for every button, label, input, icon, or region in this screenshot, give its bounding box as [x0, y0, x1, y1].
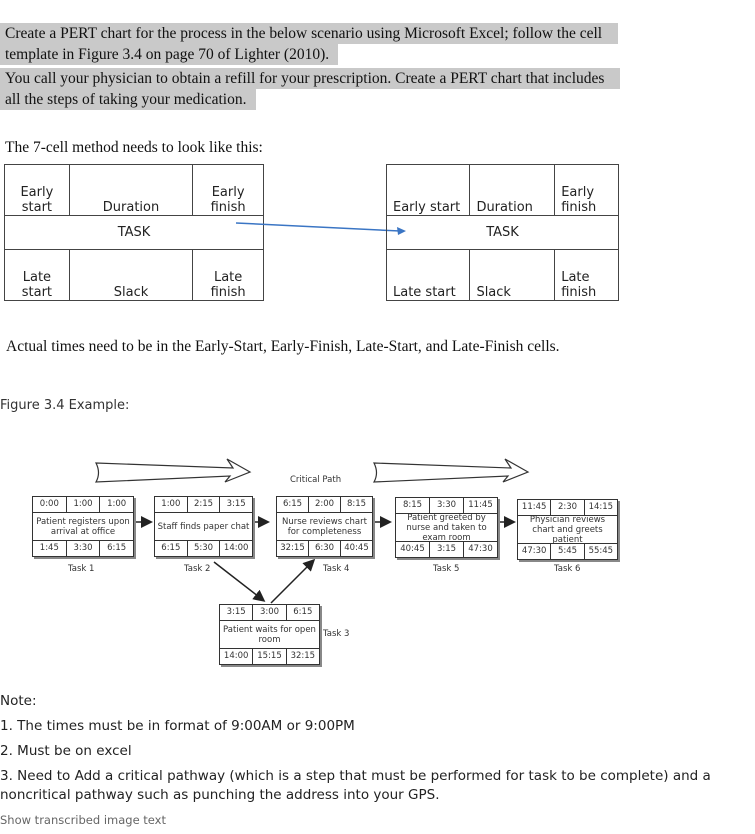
cell-late-start: Late start	[385, 249, 471, 301]
task-description: Physician reviews chart and greets patie…	[529, 514, 606, 545]
task-node: 6:15 2:00 8:15 Nurse reviews chart for com…	[276, 496, 373, 557]
duration: 1:00	[67, 497, 101, 512]
note-item: 3. Need to Add a critical pathway (which…	[0, 768, 711, 784]
notes-title: Note:	[0, 693, 37, 709]
early-finish: 3:15	[226, 499, 246, 509]
intro-paragraph-2: You call your physician to obtain a refi…	[0, 68, 620, 110]
figure-caption: Figure 3.4 Example:	[0, 398, 130, 413]
slack: 15:15	[253, 649, 287, 664]
seven-cell-table-example: Early start Duration Early finish TASK L…	[385, 164, 619, 301]
late-finish: 32:15	[290, 651, 316, 661]
task-node: 0:00 1:00 1:00 Patient registers upon arri…	[32, 496, 134, 557]
slack: 3:30	[67, 541, 101, 556]
cell-task: TASK	[4, 215, 264, 250]
late-start: 6:15	[155, 541, 188, 556]
figure-pert-diagram: Critical Path 0:00 1:00 1:00 Patient regis…	[0, 440, 755, 680]
early-finish: 1:00	[107, 499, 127, 509]
actual-times-note: Actual times need to be in the Early-Sta…	[6, 338, 560, 355]
cell-early-start: Early start	[4, 164, 70, 216]
early-start: 3:15	[220, 605, 254, 620]
task-label: Task 6	[554, 564, 581, 574]
seven-cell-table-template: Early start Duration Early finish TASK L…	[4, 164, 264, 301]
intro-line-4: all the steps of taking your medication.	[0, 89, 256, 110]
task-description: Patient greeted by nurse and taken to ex…	[406, 512, 487, 543]
early-start: 1:00	[155, 497, 188, 512]
slack: 5:45	[551, 544, 585, 559]
early-start: 6:15	[277, 497, 309, 512]
intro-line-2: template in Figure 3.4 on page 70 of Lig…	[0, 44, 338, 65]
task-node: 1:00 2:15 3:15 Staff finds paper chat 6:15…	[154, 496, 253, 557]
late-finish: 55:45	[588, 546, 614, 556]
cell-task: TASK	[386, 215, 619, 250]
figure-arrows	[94, 458, 530, 604]
arrow-task3-task4	[270, 558, 316, 604]
task-label: Task 3	[323, 629, 350, 639]
cell-late-finish: Late finish	[554, 249, 619, 301]
note-item-continued: noncritical pathway such as punching the…	[0, 787, 440, 803]
early-finish: 11:45	[468, 500, 493, 510]
late-finish: 6:15	[107, 543, 127, 553]
early-finish: 14:15	[588, 502, 614, 512]
arrow-task2-task3	[213, 561, 266, 602]
duration: 3:30	[430, 498, 464, 513]
connector-arrow	[235, 222, 406, 235]
cell-slack: Slack	[469, 249, 556, 301]
duration: 2:00	[309, 497, 341, 512]
task-description: Nurse reviews chart for completeness	[282, 516, 367, 537]
cell-late-start: Late start	[4, 249, 70, 301]
task-node: 8:15 3:30 11:45 Patient greeted by nurse a…	[395, 497, 498, 558]
task-node: 3:15 3:00 6:15 Patient waits for open room…	[219, 604, 320, 665]
note-item: 1. The times must be in format of 9:00AM…	[0, 718, 355, 734]
duration: 2:30	[551, 500, 585, 515]
cell-slack: Slack	[68, 249, 194, 301]
task-node: 11:45 2:30 14:15 Physician reviews chart a…	[517, 499, 618, 560]
task-label: Task 2	[184, 564, 211, 574]
cell-late-finish: Late finish	[192, 249, 264, 301]
intro-paragraph-1: Create a PERT chart for the process in t…	[0, 23, 618, 65]
cell-early-finish: Early finish	[554, 164, 619, 216]
late-start: 47:30	[518, 544, 552, 559]
late-finish: 40:45	[344, 543, 369, 553]
task-description: Patient waits for open room	[223, 624, 316, 645]
task-label: Task 5	[433, 564, 460, 574]
task-label: Task 1	[68, 564, 95, 574]
slack: 3:15	[430, 542, 464, 557]
late-start: 32:15	[277, 541, 309, 556]
slack: 6:30	[309, 541, 341, 556]
early-start: 0:00	[33, 497, 67, 512]
late-finish: 47:30	[468, 544, 493, 554]
intro-line-1: Create a PERT chart for the process in t…	[0, 23, 618, 44]
late-start: 14:00	[220, 649, 254, 664]
duration: 3:00	[253, 605, 287, 620]
critical-path-label: Critical Path	[290, 475, 342, 485]
early-finish: 6:15	[293, 607, 313, 617]
slack: 5:30	[188, 541, 221, 556]
cell-early-start: Early start	[385, 164, 471, 216]
note-item: 2. Must be on excel	[0, 743, 132, 759]
early-finish: 8:15	[346, 499, 367, 509]
task-description: Staff finds paper chat	[157, 521, 250, 532]
duration: 2:15	[188, 497, 221, 512]
late-start: 1:45	[33, 541, 67, 556]
connector-line	[235, 222, 401, 232]
cell-duration: Duration	[68, 164, 194, 216]
late-start: 40:45	[396, 542, 430, 557]
seven-cell-heading: The 7-cell method needs to look like thi…	[5, 139, 263, 156]
critical-path-arrow-left-icon	[94, 458, 252, 483]
early-start: 11:45	[518, 500, 552, 515]
task-description: Patient registers upon arrival at office	[36, 516, 130, 537]
early-start: 8:15	[396, 498, 430, 513]
show-transcribed-link[interactable]: Show transcribed image text	[0, 813, 166, 827]
task-label: Task 4	[323, 564, 350, 574]
late-finish: 14:00	[223, 543, 249, 553]
cell-duration: Duration	[469, 164, 556, 216]
intro-line-3: You call your physician to obtain a refi…	[0, 68, 620, 89]
critical-path-arrow-right-icon	[372, 458, 530, 483]
cell-early-finish: Early finish	[192, 164, 264, 216]
